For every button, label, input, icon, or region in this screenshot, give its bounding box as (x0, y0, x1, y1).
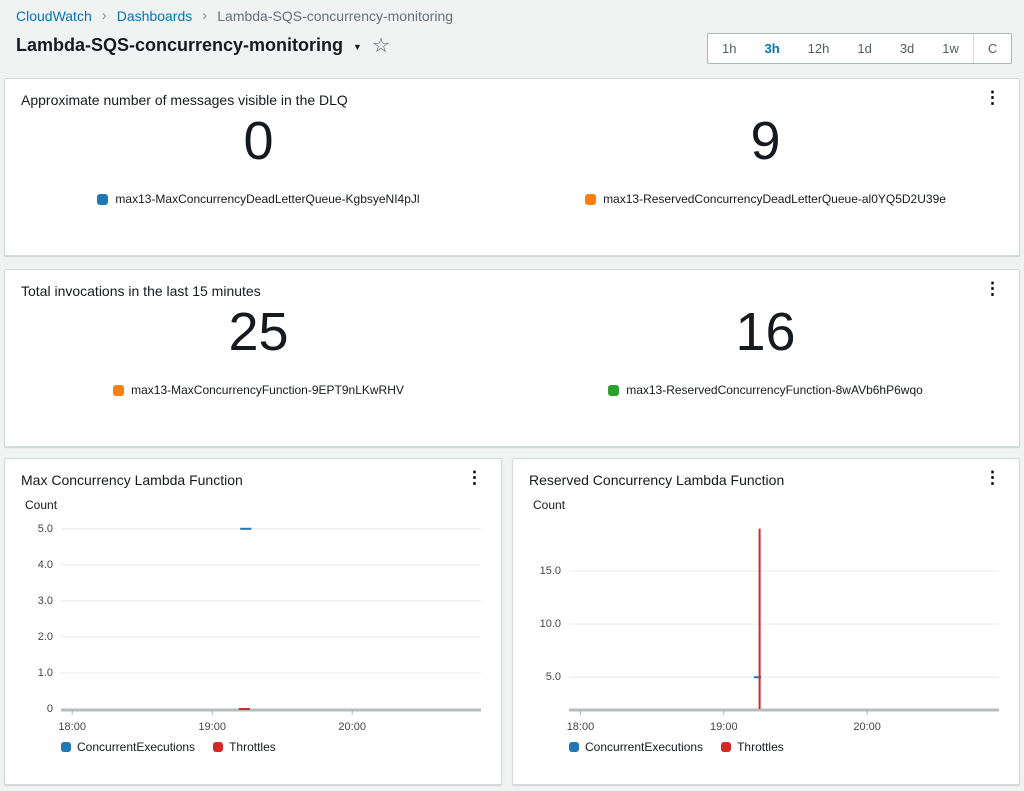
legend-item[interactable]: max13-ReservedConcurrencyDeadLetterQueue… (585, 192, 946, 206)
favorite-star-icon[interactable]: ☆ (372, 36, 390, 56)
legend-label: Throttles (229, 740, 276, 754)
legend-swatch-icon (61, 742, 71, 752)
widget-options-button[interactable]: ⋮ (978, 89, 1007, 106)
x-axis-tick-label: 20:00 (837, 720, 897, 734)
kebab-menu-icon: ⋮ (466, 468, 483, 487)
legend-item[interactable]: max13-ReservedConcurrencyFunction-8wAVb6… (608, 383, 923, 397)
metric-column: 16 max13-ReservedConcurrencyFunction-8wA… (512, 303, 1019, 397)
widget-dlq-messages: Approximate number of messages visible i… (4, 78, 1020, 256)
legend-label: ConcurrentExecutions (585, 740, 703, 754)
y-axis-title: Count (25, 498, 57, 512)
time-range-selector: 1h 3h 12h 1d 3d 1w C (707, 33, 1012, 64)
metric-column: 25 max13-MaxConcurrencyFunction-9EPT9nLK… (5, 303, 512, 397)
legend-swatch-icon (721, 742, 731, 752)
widget-options-button[interactable]: ⋮ (978, 469, 1007, 486)
widget-max-concurrency-chart: Max Concurrency Lambda Function ⋮ Count … (4, 458, 502, 785)
kebab-menu-icon: ⋮ (984, 468, 1001, 487)
y-axis-tick-label: 4.0 (21, 558, 53, 572)
y-axis-tick-label: 5.0 (21, 522, 53, 536)
legend-item[interactable]: ConcurrentExecutions (569, 740, 703, 754)
widget-reserved-concurrency-chart: Reserved Concurrency Lambda Function ⋮ C… (512, 458, 1020, 785)
legend-label: max13-ReservedConcurrencyFunction-8wAVb6… (626, 383, 923, 397)
legend-swatch-icon (97, 194, 108, 205)
metric-value: 16 (735, 303, 795, 361)
legend-swatch-icon (113, 385, 124, 396)
metric-column: 0 max13-MaxConcurrencyDeadLetterQueue-Kg… (5, 112, 512, 206)
legend-label: max13-MaxConcurrencyDeadLetterQueue-Kgbs… (115, 192, 419, 206)
legend-swatch-icon (569, 742, 579, 752)
x-axis-tick-label: 18:00 (42, 720, 102, 734)
kebab-menu-icon: ⋮ (984, 279, 1001, 298)
breadcrumb-current: Lambda-SQS-concurrency-monitoring (217, 8, 453, 24)
legend-label: max13-MaxConcurrencyFunction-9EPT9nLKwRH… (131, 383, 404, 397)
widget-options-button[interactable]: ⋮ (978, 280, 1007, 297)
y-axis-tick-label: 1.0 (21, 666, 53, 680)
legend-item[interactable]: max13-MaxConcurrencyDeadLetterQueue-Kgbs… (97, 192, 419, 206)
breadcrumb-link-dashboards[interactable]: Dashboards (117, 8, 193, 24)
time-range-1d[interactable]: 1d (843, 34, 885, 63)
legend-item[interactable]: ConcurrentExecutions (61, 740, 195, 754)
x-axis-tick-label: 19:00 (694, 720, 754, 734)
legend-swatch-icon (213, 742, 223, 752)
legend-item[interactable]: Throttles (213, 740, 276, 754)
chart-legend: ConcurrentExecutions Throttles (513, 734, 1019, 754)
y-axis-tick-label: 0 (21, 702, 53, 716)
chart-area: Count 5.0 4.0 3.0 2.0 1.0 0 18:00 19:00 20:00 (21, 488, 485, 734)
y-axis-tick-label: 15.0 (529, 564, 561, 578)
page-title: Lambda-SQS-concurrency-monitoring (16, 35, 343, 56)
time-range-custom[interactable]: C (973, 34, 1011, 63)
y-axis-tick-label: 5.0 (529, 670, 561, 684)
legend-item[interactable]: max13-MaxConcurrencyFunction-9EPT9nLKwRH… (113, 383, 404, 397)
dashboard-actions-caret-icon[interactable]: ▼ (353, 42, 362, 52)
y-axis-tick-label: 10.0 (529, 617, 561, 631)
x-axis-tick-label: 18:00 (550, 720, 610, 734)
legend-swatch-icon (608, 385, 619, 396)
time-range-3h[interactable]: 3h (750, 34, 793, 63)
x-axis-tick-label: 19:00 (182, 720, 242, 734)
metric-value: 25 (228, 303, 288, 361)
widget-options-button[interactable]: ⋮ (460, 469, 489, 486)
breadcrumb: CloudWatch › Dashboards › Lambda-SQS-con… (16, 8, 453, 24)
legend-label: max13-ReservedConcurrencyDeadLetterQueue… (603, 192, 946, 206)
legend-swatch-icon (585, 194, 596, 205)
widget-title: Reserved Concurrency Lambda Function (529, 471, 784, 488)
legend-label: ConcurrentExecutions (77, 740, 195, 754)
time-range-1h[interactable]: 1h (708, 34, 750, 63)
y-axis-tick-label: 2.0 (21, 630, 53, 644)
chart-legend: ConcurrentExecutions Throttles (5, 734, 501, 754)
metric-column: 9 max13-ReservedConcurrencyDeadLetterQue… (512, 112, 1019, 206)
chart-plot[interactable] (61, 518, 481, 712)
metric-value: 0 (243, 112, 273, 170)
time-range-12h[interactable]: 12h (794, 34, 844, 63)
chart-plot[interactable] (569, 518, 999, 712)
kebab-menu-icon: ⋮ (984, 88, 1001, 107)
y-axis-tick-label: 3.0 (21, 594, 53, 608)
metric-value: 9 (750, 112, 780, 170)
breadcrumb-link-cloudwatch[interactable]: CloudWatch (16, 8, 92, 24)
breadcrumb-separator-icon: › (202, 8, 207, 23)
time-range-3d[interactable]: 3d (886, 34, 928, 63)
time-range-1w[interactable]: 1w (928, 34, 973, 63)
widget-title: Max Concurrency Lambda Function (21, 471, 243, 488)
y-axis-title: Count (533, 498, 565, 512)
widget-title: Approximate number of messages visible i… (21, 91, 348, 108)
widget-total-invocations: Total invocations in the last 15 minutes… (4, 269, 1020, 447)
legend-label: Throttles (737, 740, 784, 754)
breadcrumb-separator-icon: › (102, 8, 107, 23)
widget-title: Total invocations in the last 15 minutes (21, 282, 261, 299)
chart-area: Count 15.0 10.0 5.0 18:00 19:00 20:00 (529, 488, 1003, 734)
legend-item[interactable]: Throttles (721, 740, 784, 754)
x-axis-tick-label: 20:00 (322, 720, 382, 734)
